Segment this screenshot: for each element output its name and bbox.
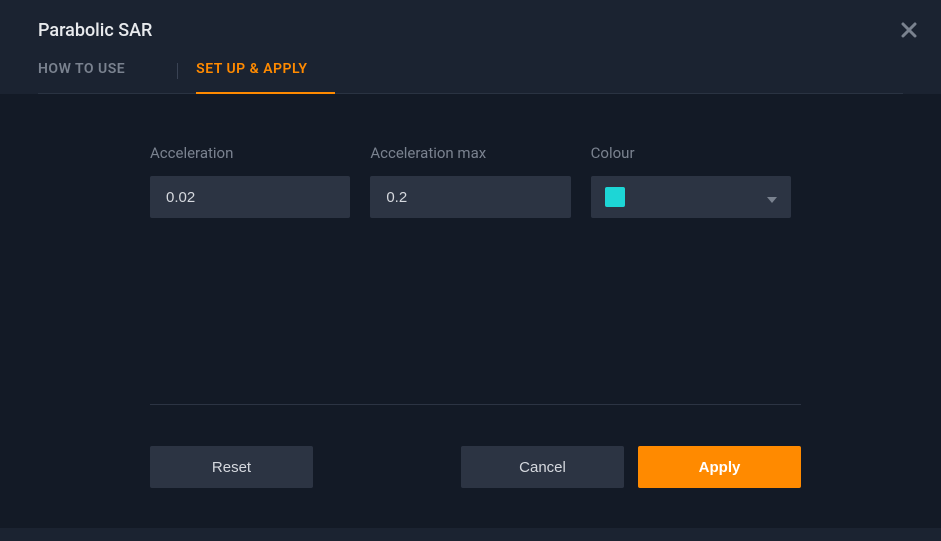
acceleration-max-label: Acceleration max bbox=[370, 144, 570, 162]
acceleration-input[interactable] bbox=[150, 176, 350, 218]
form-group-colour: Colour bbox=[591, 144, 791, 218]
dialog-content: Acceleration Acceleration max Colour Res… bbox=[0, 94, 941, 528]
colour-label: Colour bbox=[591, 144, 791, 162]
chevron-down-icon bbox=[767, 188, 777, 207]
indicator-settings-dialog: Parabolic SAR HOW TO USE SET UP & APPLY … bbox=[0, 0, 941, 541]
dialog-header: Parabolic SAR HOW TO USE SET UP & APPLY bbox=[0, 0, 941, 94]
dialog-footer: Reset Cancel Apply bbox=[150, 446, 801, 488]
footer-spacer bbox=[313, 446, 461, 488]
close-icon bbox=[901, 22, 917, 42]
colour-select[interactable] bbox=[591, 176, 791, 218]
acceleration-label: Acceleration bbox=[150, 144, 350, 162]
tab-setup-apply[interactable]: SET UP & APPLY bbox=[196, 61, 335, 93]
form-group-acceleration-max: Acceleration max bbox=[370, 144, 570, 218]
close-button[interactable] bbox=[899, 22, 919, 42]
apply-button[interactable]: Apply bbox=[638, 446, 801, 488]
divider bbox=[150, 404, 801, 405]
dialog-title: Parabolic SAR bbox=[38, 20, 903, 41]
form-group-acceleration: Acceleration bbox=[150, 144, 350, 218]
tab-divider bbox=[177, 63, 178, 79]
cancel-button[interactable]: Cancel bbox=[461, 446, 624, 488]
reset-button[interactable]: Reset bbox=[150, 446, 313, 488]
tab-how-to-use[interactable]: HOW TO USE bbox=[38, 61, 153, 93]
colour-swatch bbox=[605, 187, 625, 207]
tabs: HOW TO USE SET UP & APPLY bbox=[38, 61, 903, 94]
acceleration-max-input[interactable] bbox=[370, 176, 570, 218]
form-row: Acceleration Acceleration max Colour bbox=[0, 144, 941, 218]
